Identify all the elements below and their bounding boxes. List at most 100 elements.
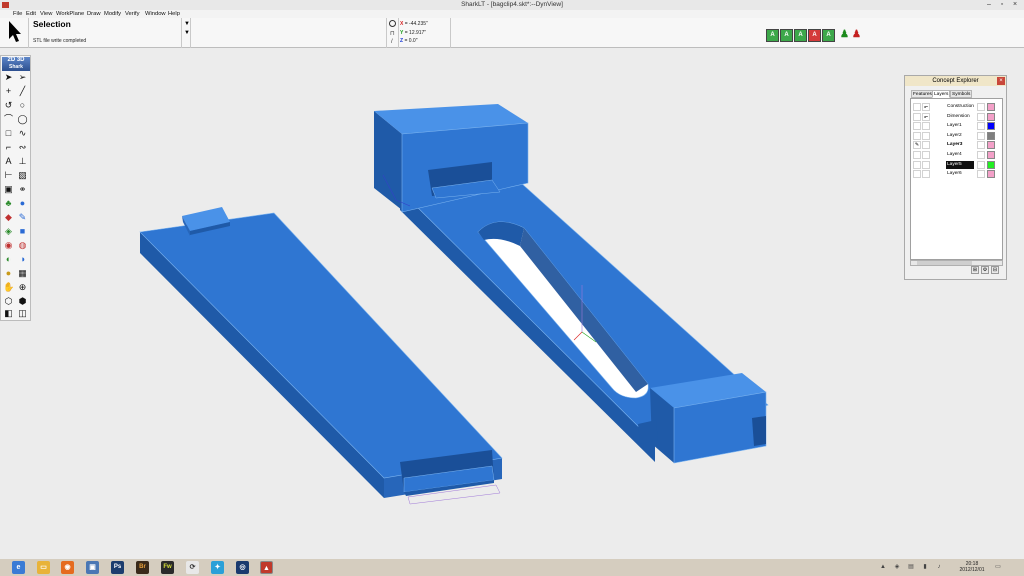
menu-workplane[interactable]: WorkPlane xyxy=(56,10,84,18)
render-icon[interactable]: ◧ xyxy=(3,308,14,319)
folder-icon[interactable]: ▭ xyxy=(37,561,50,574)
layer-color-swatch[interactable] xyxy=(987,113,995,121)
revolve-icon[interactable]: ◉ xyxy=(3,240,14,251)
tab-layers[interactable]: Layers xyxy=(932,90,951,98)
paint-icon[interactable]: ✦ xyxy=(211,561,224,574)
arrow-cursor-icon[interactable] xyxy=(6,20,24,44)
layer-icon[interactable]: A xyxy=(766,29,779,42)
menu-modify[interactable]: Modify xyxy=(104,10,121,18)
layer-row[interactable]: ⟜ Construction xyxy=(911,102,1002,112)
extrude-icon[interactable]: ♣ xyxy=(3,198,14,209)
app2-icon[interactable]: ◎ xyxy=(236,561,249,574)
tray-icon[interactable]: ▤ xyxy=(907,563,915,571)
view-cube-icon[interactable]: ⬢ xyxy=(17,296,28,307)
select-arrow-icon[interactable]: ➤ xyxy=(3,72,14,83)
layer-settings-icon[interactable]: ⚙ xyxy=(981,266,989,274)
solid-icon[interactable]: ◈ xyxy=(3,226,14,237)
layer-color-swatch[interactable] xyxy=(987,132,995,140)
layer-row[interactable]: Layer1 xyxy=(911,121,1002,131)
layer-color-swatch[interactable] xyxy=(987,122,995,130)
hatch-icon[interactable]: ▧ xyxy=(17,170,28,181)
ie-icon[interactable]: e xyxy=(12,561,25,574)
user-red-icon[interactable]: ♟ xyxy=(850,29,863,42)
minimize-icon[interactable]: – xyxy=(985,1,993,8)
layer-row[interactable]: Layer4 xyxy=(911,150,1002,160)
volume-icon[interactable]: ♪ xyxy=(935,563,943,571)
dimension-icon[interactable]: ⊥ xyxy=(17,156,28,167)
menu-edit[interactable]: Edit xyxy=(26,10,36,18)
transform-icon[interactable]: ⚭ xyxy=(17,184,28,195)
close-icon[interactable]: × xyxy=(1011,1,1019,8)
arc-3pt-icon[interactable]: ⌒ xyxy=(3,114,14,125)
ellipse-icon[interactable]: ◯ xyxy=(17,114,28,125)
photoshop-icon[interactable]: Ps xyxy=(111,561,124,574)
layer-remove-icon[interactable]: ⊟ xyxy=(991,266,999,274)
fireworks-icon[interactable]: Fw xyxy=(161,561,174,574)
tab-features[interactable]: Features xyxy=(911,90,934,98)
utility-icon[interactable]: ⟳ xyxy=(186,561,199,574)
menu-help[interactable]: Help xyxy=(168,10,180,18)
view-iso-icon[interactable]: ⬡ xyxy=(3,296,14,307)
light-icon[interactable]: ● xyxy=(3,268,14,279)
tab-symbols[interactable]: Symbols xyxy=(950,90,973,98)
maximize-icon[interactable]: ▫ xyxy=(998,1,1006,8)
layer-delete-icon[interactable]: A xyxy=(794,29,807,42)
sphere-icon[interactable]: ● xyxy=(17,198,28,209)
circle-icon[interactable]: ○ xyxy=(17,100,28,111)
layer-color-swatch[interactable] xyxy=(987,103,995,111)
notification-icon[interactable]: ▭ xyxy=(994,563,1002,571)
menu-draw[interactable]: Draw xyxy=(87,10,101,18)
hand-pan-icon[interactable]: ✋ xyxy=(3,282,14,293)
slash-icon[interactable]: / xyxy=(391,39,393,45)
network-icon[interactable]: ▮ xyxy=(921,563,929,571)
curve-icon[interactable]: ∾ xyxy=(17,142,28,153)
layer-color-swatch[interactable] xyxy=(987,151,995,159)
circle-snap-icon[interactable] xyxy=(389,20,396,27)
firefox-icon[interactable]: ◉ xyxy=(61,561,74,574)
bridge-icon[interactable]: Br xyxy=(136,561,149,574)
layer-color-swatch[interactable] xyxy=(987,141,995,149)
line-icon[interactable]: ╱ xyxy=(17,86,28,97)
select-outline-icon[interactable]: ➢ xyxy=(17,72,28,83)
arc-icon[interactable]: ↺ xyxy=(3,100,14,111)
sharklt-icon[interactable]: ▲ xyxy=(260,561,273,574)
trim-icon[interactable]: ⊢ xyxy=(3,170,14,181)
menu-view[interactable]: View xyxy=(40,10,52,18)
snap-icon[interactable]: ⊓ xyxy=(390,30,395,37)
rectangle-icon[interactable]: □ xyxy=(3,128,14,139)
layer-row[interactable]: ✎ Layer3 xyxy=(911,140,1002,150)
text-icon[interactable]: A xyxy=(3,156,14,167)
clock[interactable]: 20:18 2012/12/01 xyxy=(955,561,989,573)
layer-color-icon[interactable]: A xyxy=(822,29,835,42)
shell-icon[interactable]: ◍ xyxy=(17,240,28,251)
boolean-icon[interactable]: ◆ xyxy=(3,212,14,223)
surface-icon[interactable]: ◐ xyxy=(3,254,14,265)
layers-icon[interactable]: A xyxy=(780,29,793,42)
wire-icon[interactable]: ◫ xyxy=(17,308,28,319)
app-icon[interactable]: ▣ xyxy=(86,561,99,574)
close-icon[interactable]: × xyxy=(997,77,1005,85)
box-icon[interactable]: ▣ xyxy=(3,184,14,195)
layer-visibility-icon[interactable]: A xyxy=(808,29,821,42)
tray-icon[interactable]: ▲ xyxy=(879,563,887,571)
drawing-toolbox: 2D 3D Shark ➤ ➢ + ╱ ↺ ○ ⌒ ◯ □ ∿ ⌐ ∾ A ⊥ … xyxy=(0,55,31,321)
pen-icon[interactable]: ✎ xyxy=(17,212,28,223)
grid-icon[interactable]: ▦ xyxy=(17,268,28,279)
zoom-icon[interactable]: ⊕ xyxy=(17,282,28,293)
menu-file[interactable]: File xyxy=(13,10,22,18)
mesh-icon[interactable]: ◑ xyxy=(17,254,28,265)
layer-row[interactable]: Layer6 xyxy=(911,169,1002,179)
spline-icon[interactable]: ∿ xyxy=(17,128,28,139)
dynview-3d-viewport[interactable] xyxy=(32,49,1024,559)
layer-add-icon[interactable]: ⊞ xyxy=(971,266,979,274)
fillet-icon[interactable]: ⌐ xyxy=(3,142,14,153)
cube-icon[interactable]: ■ xyxy=(17,226,28,237)
layer-color-swatch[interactable] xyxy=(987,161,995,169)
layer-color-swatch[interactable] xyxy=(987,170,995,178)
shark-logo[interactable]: 2D 3D Shark xyxy=(2,57,30,71)
tray-icon[interactable]: ◈ xyxy=(893,563,901,571)
menu-verify[interactable]: Verify xyxy=(125,10,140,18)
menu-window[interactable]: Window xyxy=(145,10,166,18)
point-icon[interactable]: + xyxy=(3,86,14,97)
horizontal-scrollbar[interactable] xyxy=(910,260,1003,266)
